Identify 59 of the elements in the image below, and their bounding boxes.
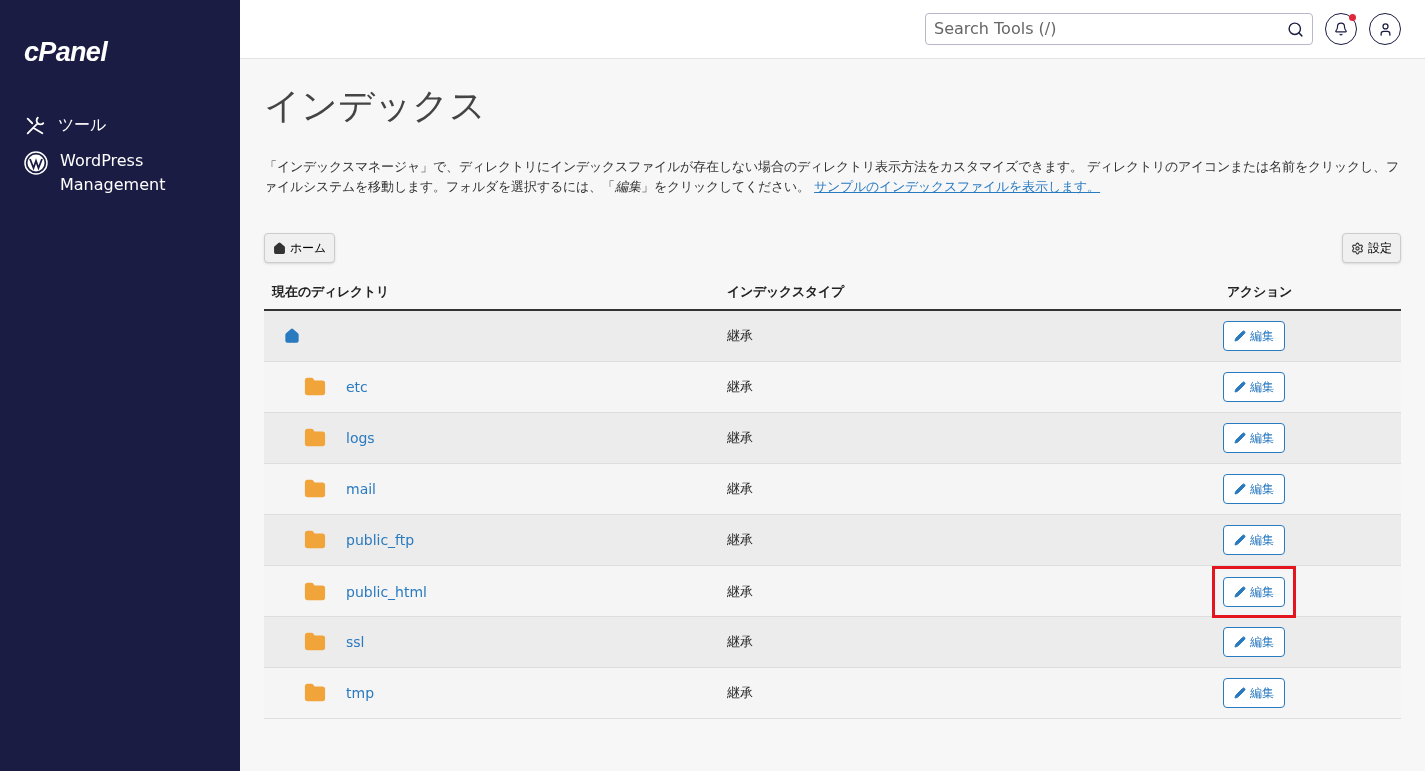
index-type: 継承 bbox=[727, 531, 754, 550]
wordpress-icon bbox=[24, 150, 48, 175]
index-type: 継承 bbox=[727, 480, 754, 499]
index-type: 継承 bbox=[727, 684, 754, 703]
column-header: アクション bbox=[1227, 283, 1293, 302]
pencil-icon bbox=[1234, 381, 1246, 393]
cpanel-logo[interactable]: cPanel bbox=[24, 32, 107, 73]
home-icon[interactable] bbox=[284, 328, 300, 344]
directory-link[interactable]: public_ftp bbox=[346, 529, 415, 551]
edit-button[interactable]: 編集 bbox=[1223, 577, 1285, 607]
tools-icon bbox=[24, 114, 46, 137]
directory-link[interactable]: logs bbox=[346, 427, 375, 449]
gear-icon bbox=[1351, 241, 1364, 255]
index-type: 継承 bbox=[727, 633, 754, 652]
pencil-icon bbox=[1234, 636, 1246, 648]
directory-link[interactable]: public_html bbox=[346, 581, 427, 603]
search-icon[interactable] bbox=[1287, 20, 1304, 38]
page-description: 「インデックスマネージャ」で、ディレクトリにインデックスファイルが存在しない場合のディレクトリ表示方法をカスタマイズできます。 ディレクトリのアイコンまたは名前をクリックし、ファイルシステムを移動します。フォルダを選択するには、「編集」をクリックしてください。 サンプルのインデックスファイルを表示します。 bbox=[264, 158, 1401, 196]
pencil-icon bbox=[1234, 687, 1246, 699]
edit-button[interactable]: 編集 bbox=[1223, 372, 1285, 402]
index-type: 継承 bbox=[727, 378, 754, 397]
search-input[interactable]: Search Tools (/) bbox=[934, 17, 1287, 41]
directory-link[interactable]: etc bbox=[346, 376, 368, 398]
folder-icon[interactable] bbox=[304, 427, 326, 449]
folder-icon[interactable] bbox=[304, 631, 326, 653]
folder-icon[interactable] bbox=[304, 682, 326, 704]
index-type: 継承 bbox=[727, 327, 754, 346]
sidebar-item[interactable]: ツール bbox=[24, 112, 216, 137]
sample-index-link[interactable]: サンプルのインデックスファイルを表示します。 bbox=[814, 179, 1101, 194]
pencil-icon bbox=[1234, 534, 1246, 546]
settings-button[interactable]: 設定 bbox=[1342, 233, 1401, 263]
index-type: 継承 bbox=[727, 429, 754, 448]
folder-icon[interactable] bbox=[304, 581, 326, 603]
pencil-icon bbox=[1234, 586, 1246, 598]
edit-button[interactable]: 編集 bbox=[1223, 474, 1285, 504]
edit-button[interactable]: 編集 bbox=[1223, 321, 1285, 351]
directory-link[interactable]: ssl bbox=[346, 631, 365, 653]
user-icon bbox=[1377, 21, 1393, 37]
column-header: インデックスタイプ bbox=[727, 283, 846, 302]
home-icon bbox=[273, 241, 286, 255]
bell-icon bbox=[1334, 22, 1348, 36]
edit-button[interactable]: 編集 bbox=[1223, 627, 1285, 657]
pencil-icon bbox=[1234, 432, 1246, 444]
folder-icon[interactable] bbox=[304, 478, 326, 500]
pencil-icon bbox=[1234, 483, 1246, 495]
edit-button[interactable]: 編集 bbox=[1223, 423, 1285, 453]
sidebar-item[interactable]: WordPress Management bbox=[24, 148, 216, 197]
folder-icon[interactable] bbox=[304, 376, 326, 398]
directory-link[interactable]: tmp bbox=[346, 682, 374, 704]
directory-link[interactable]: mail bbox=[346, 478, 376, 500]
search-field[interactable]: Search Tools (/) bbox=[925, 13, 1313, 45]
page-title: インデックス bbox=[264, 84, 487, 128]
index-type: 継承 bbox=[727, 583, 754, 602]
edit-button[interactable]: 編集 bbox=[1223, 678, 1285, 708]
edit-button[interactable]: 編集 bbox=[1223, 525, 1285, 555]
pencil-icon bbox=[1234, 330, 1246, 342]
folder-icon[interactable] bbox=[304, 529, 326, 551]
column-header: 現在のディレクトリ bbox=[272, 283, 390, 302]
home-button[interactable]: ホーム bbox=[264, 233, 335, 263]
